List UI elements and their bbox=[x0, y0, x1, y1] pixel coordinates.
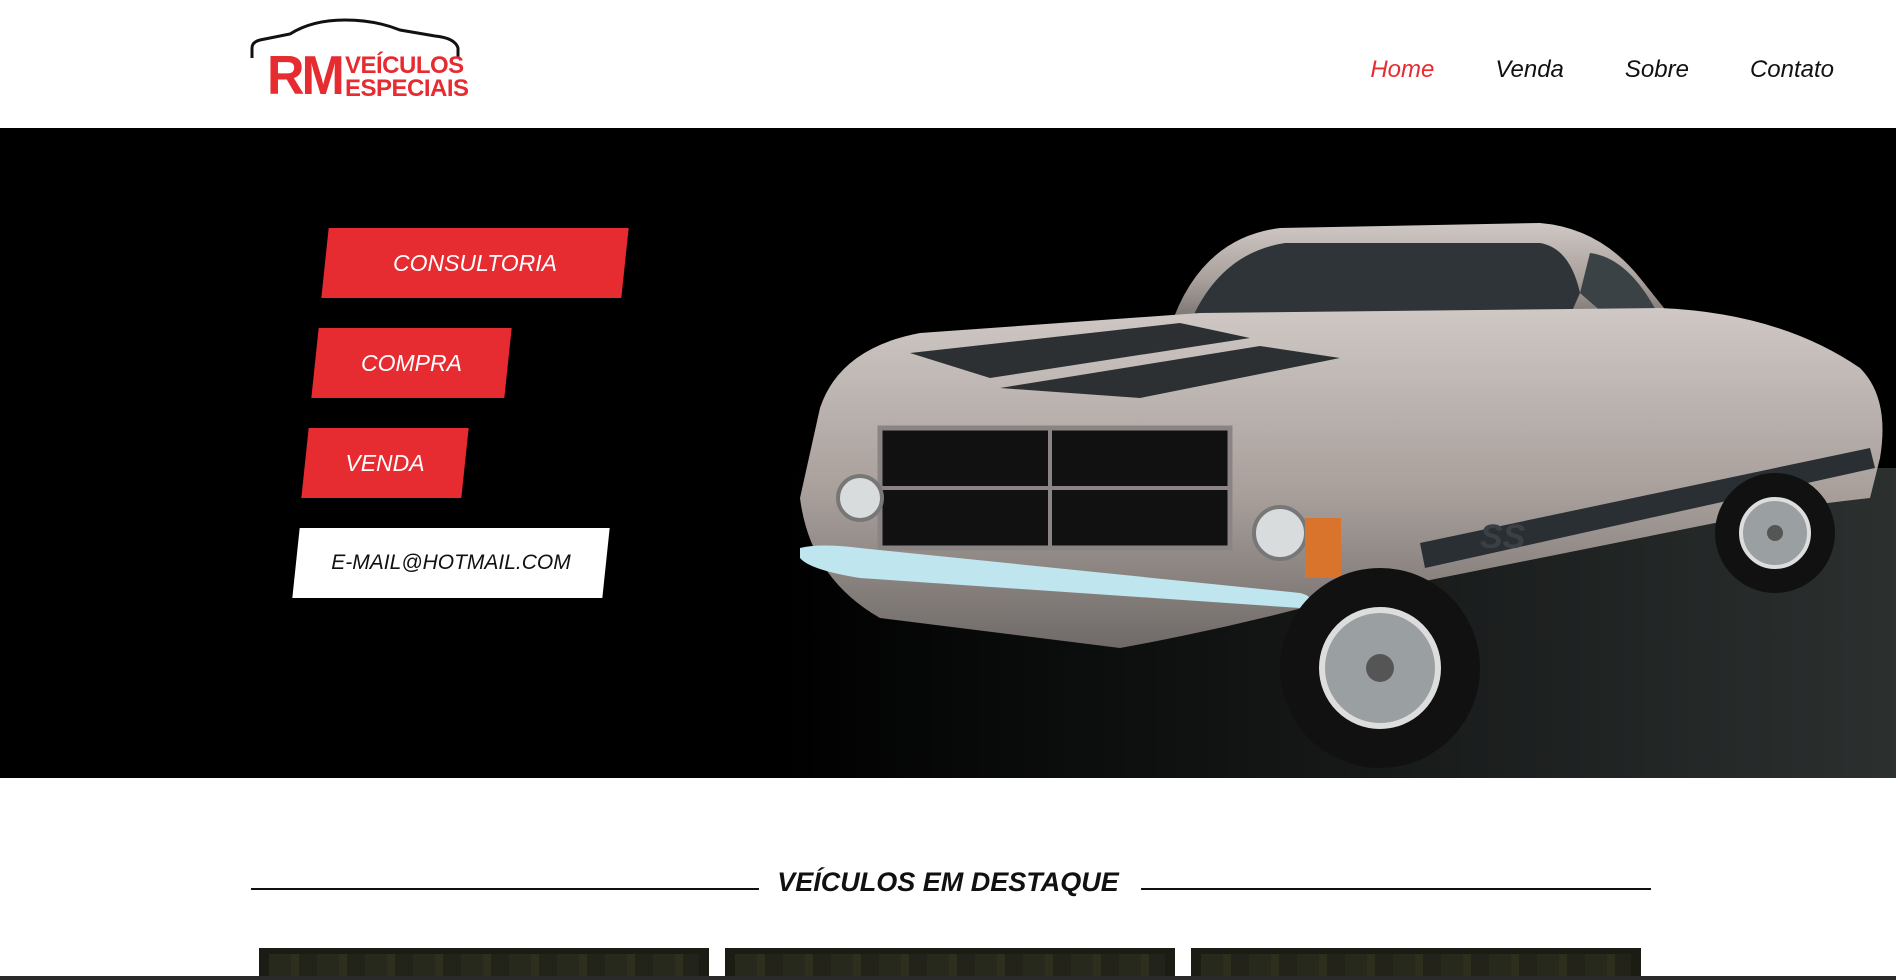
venda-button[interactable]: VENDA bbox=[301, 428, 469, 498]
classic-car-image: SS bbox=[780, 223, 1896, 778]
main-nav: Home Venda Sobre Contato bbox=[1309, 55, 1834, 85]
site-logo[interactable]: RM VEÍCULOS ESPECIAIS bbox=[250, 18, 469, 107]
site-header: RM VEÍCULOS ESPECIAIS Home Venda Sobre C… bbox=[0, 0, 1896, 128]
email-button[interactable]: E-MAIL@HOTMAIL.COM bbox=[292, 528, 610, 598]
consultoria-button[interactable]: CONSULTORIA bbox=[321, 228, 629, 298]
compra-button[interactable]: COMPRA bbox=[311, 328, 512, 398]
window-bottom-edge bbox=[0, 976, 1896, 980]
svg-text:SS: SS bbox=[1480, 518, 1526, 556]
nav-sobre[interactable]: Sobre bbox=[1625, 55, 1689, 85]
logo-line-1: VEÍCULOS bbox=[345, 52, 464, 79]
nav-home[interactable]: Home bbox=[1370, 55, 1434, 85]
nav-contato[interactable]: Contato bbox=[1750, 55, 1834, 85]
logo-initials: RM bbox=[267, 45, 345, 107]
featured-title: VEÍCULOS EM DESTAQUE bbox=[777, 867, 1119, 897]
hero-banner: SS CONSULTORIA COMPRA VENDA E-MAIL@HOTMA… bbox=[0, 128, 1896, 778]
section-divider-right bbox=[1141, 888, 1651, 890]
nav-venda[interactable]: Venda bbox=[1495, 55, 1564, 85]
logo-line-2: ESPECIAIS bbox=[345, 75, 469, 102]
